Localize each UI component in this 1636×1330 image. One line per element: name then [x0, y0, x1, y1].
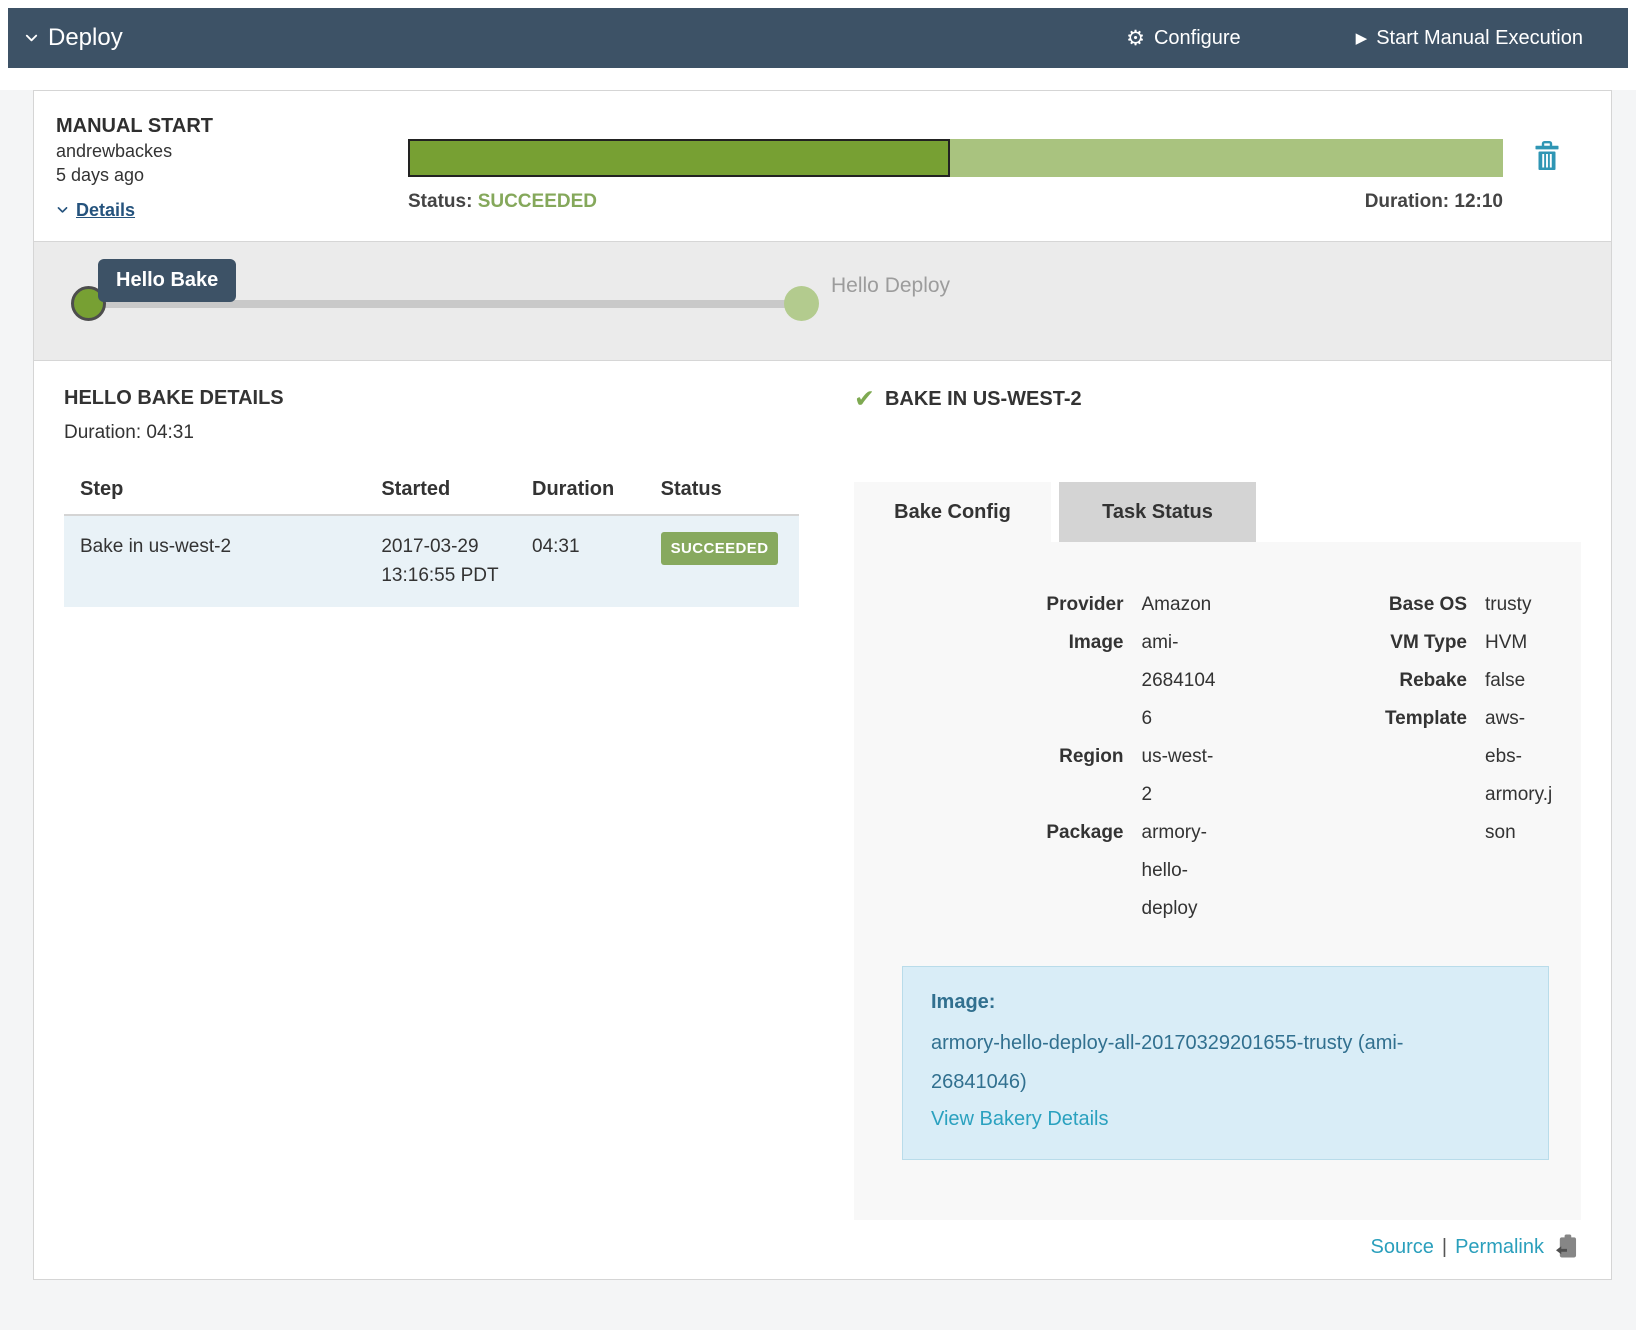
tab-task-status[interactable]: Task Status: [1059, 482, 1256, 542]
source-link[interactable]: Source: [1371, 1236, 1434, 1259]
pipeline-collapse-toggle[interactable]: Deploy: [24, 24, 123, 52]
config-value: HVM: [1485, 624, 1561, 662]
step-duration-cell: 04:31: [516, 515, 645, 607]
bake-stage-title: BAKE IN US-WEST-2: [885, 388, 1082, 411]
config-label: Package: [874, 814, 1142, 928]
stage-label-hello-deploy[interactable]: Hello Deploy: [831, 274, 950, 298]
column-duration: Duration: [516, 478, 645, 515]
play-icon: ▶: [1356, 31, 1368, 46]
steps-table: Step Started Duration Status Bake in us-…: [64, 478, 799, 607]
trigger-user: andrewbackes: [56, 141, 408, 162]
stage-details-title: HELLO BAKE DETAILS: [64, 387, 799, 410]
config-label: Provider: [874, 586, 1142, 624]
progress-remaining-segment: [950, 139, 1503, 177]
status-value: SUCCEEDED: [478, 191, 597, 212]
pipeline-header-bar: Deploy ⚙ Configure ▶ Start Manual Execut…: [8, 8, 1628, 68]
bake-tabs: Bake Config Task Status: [854, 482, 1581, 542]
execution-summary: MANUAL START andrewbackes 5 days ago Det…: [34, 91, 1611, 241]
step-started-cell: 2017-03-29 13:16:55 PDT: [365, 515, 516, 607]
image-info-box: Image: armory-hello-deploy-all-201703292…: [902, 966, 1549, 1160]
configure-button[interactable]: ⚙ Configure: [1126, 27, 1241, 50]
config-value: armory-hello-deploy: [1142, 814, 1218, 928]
bake-config-right-column: Base OStrusty VM TypeHVM Rebakefalse Tem…: [1218, 586, 1562, 928]
stage-duration: Duration: 04:31: [64, 422, 799, 444]
config-value: Amazon: [1142, 586, 1218, 624]
config-value: us-west-2: [1142, 738, 1218, 814]
image-name: armory-hello-deploy-all-20170329201655-t…: [931, 1024, 1451, 1102]
config-value: false: [1485, 662, 1561, 700]
delete-execution-button[interactable]: [1534, 141, 1560, 174]
tab-bake-config[interactable]: Bake Config: [854, 482, 1051, 542]
view-bakery-details-link[interactable]: View Bakery Details: [931, 1108, 1520, 1131]
execution-card: MANUAL START andrewbackes 5 days ago Det…: [33, 90, 1612, 1280]
config-value: ami-26841046: [1142, 624, 1218, 738]
bake-stage-section: ✔ BAKE IN US-WEST-2 Bake Config Task Sta…: [854, 387, 1581, 1261]
execution-duration: Duration: 12:10: [1365, 191, 1503, 213]
gear-icon: ⚙: [1126, 28, 1145, 49]
stage-node-hello-deploy[interactable]: [784, 286, 819, 321]
step-status-badge: SUCCEEDED: [661, 532, 779, 565]
bake-config-panel: ProviderAmazon Imageami-26841046 Regionu…: [854, 542, 1581, 1220]
trash-icon: [1534, 159, 1560, 174]
config-label: Image: [874, 624, 1142, 738]
chevron-down-icon: [56, 200, 69, 221]
clipboard-copy-icon: [1556, 1246, 1577, 1261]
stage-label-hello-bake[interactable]: Hello Bake: [98, 259, 236, 302]
execution-status: Status: SUCCEEDED: [408, 191, 597, 213]
stage-details-section: HELLO BAKE DETAILS Duration: 04:31 Step …: [64, 387, 799, 1261]
trigger-type: MANUAL START: [56, 115, 408, 138]
chevron-down-icon: [24, 24, 39, 52]
config-label: Template: [1218, 700, 1486, 852]
step-row: Bake in us-west-2 2017-03-29 13:16:55 PD…: [64, 515, 799, 607]
image-label: Image:: [931, 991, 1520, 1014]
start-manual-execution-button[interactable]: ▶ Start Manual Execution: [1356, 27, 1583, 50]
footer-separator: |: [1442, 1236, 1447, 1259]
config-label: VM Type: [1218, 624, 1486, 662]
column-status: Status: [645, 478, 799, 515]
page-background: MANUAL START andrewbackes 5 days ago Det…: [0, 90, 1636, 1330]
bake-config-left-column: ProviderAmazon Imageami-26841046 Regionu…: [874, 586, 1218, 928]
check-icon: ✔: [854, 387, 875, 412]
pipeline-graph: Hello Bake Hello Deploy: [34, 241, 1611, 361]
config-label: Base OS: [1218, 586, 1486, 624]
details-toggle[interactable]: Details: [56, 200, 135, 221]
copy-permalink-button[interactable]: [1556, 1234, 1577, 1261]
step-name-cell: Bake in us-west-2: [64, 515, 365, 607]
column-started: Started: [365, 478, 516, 515]
config-label: Region: [874, 738, 1142, 814]
permalink-link[interactable]: Permalink: [1455, 1236, 1544, 1259]
pipeline-title: Deploy: [48, 24, 123, 52]
trigger-age: 5 days ago: [56, 165, 408, 186]
status-label: Status:: [408, 191, 472, 212]
execution-progress-bar: [408, 139, 1503, 177]
config-label: Rebake: [1218, 662, 1486, 700]
config-value: aws-ebs-armory.json: [1485, 700, 1561, 852]
progress-completed-segment: [408, 139, 950, 177]
execution-footer: Source | Permalink: [854, 1234, 1581, 1261]
config-value: trusty: [1485, 586, 1561, 624]
column-step: Step: [64, 478, 365, 515]
